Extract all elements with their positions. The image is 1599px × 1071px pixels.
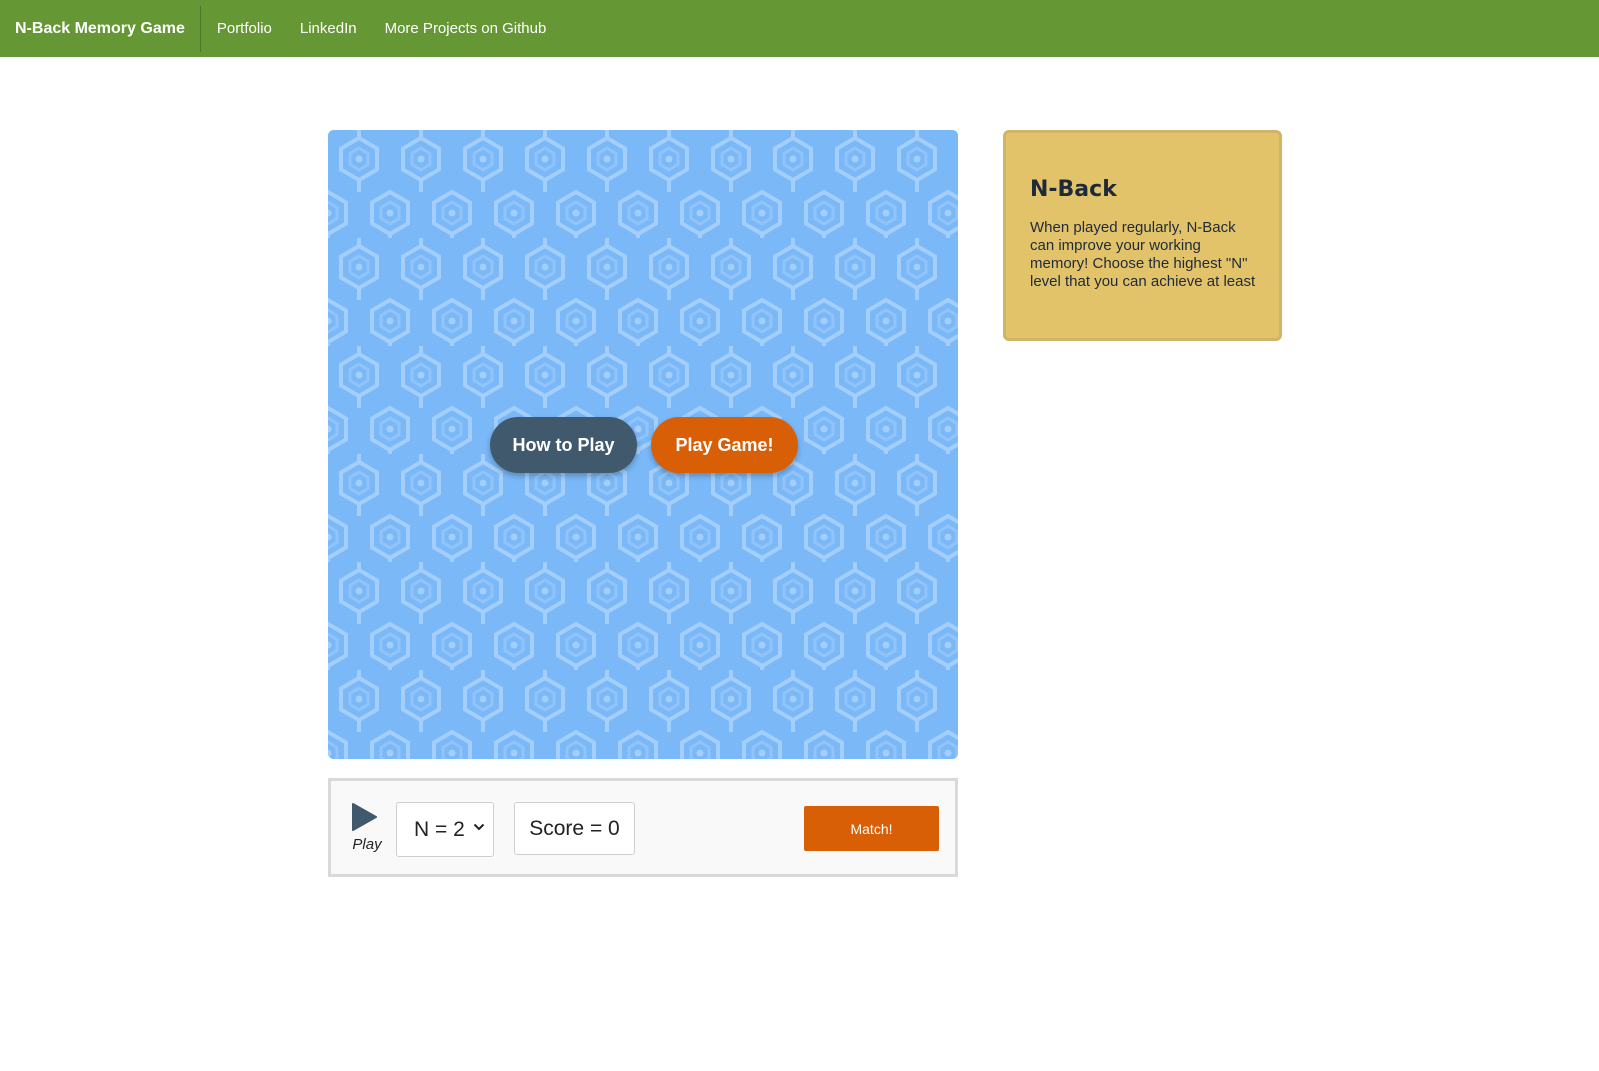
info-card: N-Back When played regularly, N-Back can… bbox=[1003, 130, 1282, 341]
game-controls: Play N = 2 Score = 0 Match! bbox=[328, 778, 958, 877]
play-triangle-icon[interactable] bbox=[351, 803, 377, 831]
info-card-title: N-Back bbox=[1030, 177, 1117, 202]
how-to-play-button[interactable]: How to Play bbox=[490, 417, 637, 473]
info-card-text: When played regularly, N-Back can improv… bbox=[1030, 219, 1256, 290]
play-label: Play bbox=[352, 836, 382, 853]
nav-link-linkedin[interactable]: LinkedIn bbox=[286, 20, 371, 37]
match-button[interactable]: Match! bbox=[804, 806, 939, 851]
chevron-down-icon bbox=[473, 823, 485, 831]
start-menu: How to Play Play Game! bbox=[328, 130, 958, 759]
nav-link-portfolio[interactable]: Portfolio bbox=[203, 20, 286, 37]
play-control[interactable]: Play bbox=[349, 803, 385, 857]
navbar-brand[interactable]: N-Back Memory Game bbox=[0, 5, 201, 52]
top-navbar: N-Back Memory Game Portfolio LinkedIn Mo… bbox=[0, 0, 1599, 57]
score-display: Score = 0 bbox=[514, 802, 635, 855]
game-board: How to Play Play Game! bbox=[328, 130, 958, 759]
n-level-selected-value: N = 2 bbox=[414, 817, 465, 841]
play-game-button[interactable]: Play Game! bbox=[651, 417, 798, 473]
n-level-select[interactable]: N = 2 bbox=[396, 802, 494, 857]
nav-link-github[interactable]: More Projects on Github bbox=[371, 20, 561, 37]
